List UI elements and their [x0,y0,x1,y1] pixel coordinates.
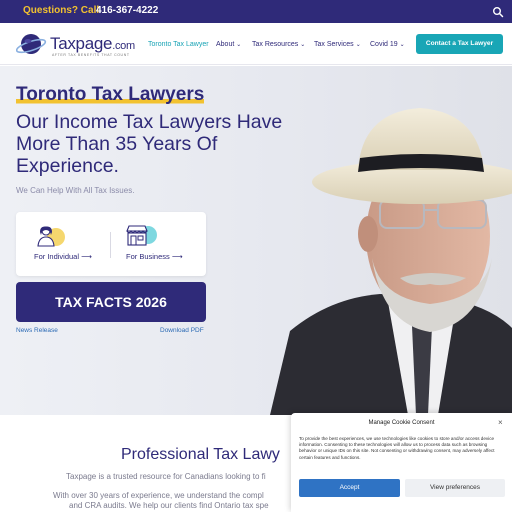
experience-paragraph-line1: With over 30 years of experience, we und… [53,491,264,500]
phone-link[interactable]: 416-367-4222 [96,5,158,16]
contact-tax-lawyer-button[interactable]: Contact a Tax Lawyer [416,34,503,54]
hero-title: Toronto Tax Lawyers [16,84,205,106]
logo-wordmark: Taxpage.com [50,34,135,53]
hero-subtitle: Our Income Tax Lawyers Have More Than 35… [16,111,283,177]
questions-label: Questions? Call [23,5,100,16]
storefront-icon [126,225,148,246]
cookie-title: Manage Cookie Consent [368,420,435,426]
news-release-link[interactable]: News Release [16,327,58,334]
for-business-label: For Business ⟶ [126,252,183,261]
nav-about[interactable]: About ⌄ [216,41,241,48]
nav-toronto-tax-lawyer[interactable]: Toronto Tax Lawyer [148,41,209,48]
page: Questions? Call 416-367-4222 Taxpage.com… [0,0,512,512]
search-icon[interactable] [492,5,504,18]
tax-facts-button[interactable]: TAX FACTS 2026 [16,282,206,322]
cookie-body: To provide the best experiences, we use … [299,436,495,460]
for-individual-option[interactable]: For Individual ⟶ [16,212,110,276]
nav-covid-19[interactable]: Covid 19 ⌄ [370,41,405,48]
person-icon [37,226,55,247]
download-pdf-link[interactable]: Download PDF [160,327,204,334]
chevron-down-icon: ⌄ [236,42,242,48]
chevron-down-icon: ⌄ [300,42,306,48]
cookie-consent-panel: Manage Cookie Consent × To provide the b… [291,413,512,512]
accept-button[interactable]: Accept [299,479,400,497]
for-business-option[interactable]: For Business ⟶ [111,212,206,276]
top-bar: Questions? Call 416-367-4222 [0,0,512,23]
experience-paragraph-line2: and CRA audits. We help our clients find… [69,501,269,510]
chevron-down-icon: ⌄ [355,42,361,48]
lawyer-portrait-image [270,108,512,415]
main-nav: Taxpage.com AFTER TAX BENEFITS THAT COUN… [0,23,512,65]
hero-help-text: We Can Help With All Tax Issues. [16,186,135,195]
nav-tax-resources[interactable]: Tax Resources ⌄ [252,41,305,48]
hero-section: Toronto Tax Lawyers Our Income Tax Lawye… [0,66,512,415]
audience-card: For Individual ⟶ For Business ⟶ [16,212,206,276]
taxpage-logo[interactable]: Taxpage.com AFTER TAX BENEFITS THAT COUN… [16,31,136,57]
for-individual-label: For Individual ⟶ [34,252,92,261]
intro-paragraph: Taxpage is a trusted resource for Canadi… [66,472,266,481]
chevron-down-icon: ⌄ [399,42,405,48]
nav-tax-services[interactable]: Tax Services ⌄ [314,41,361,48]
logo-tagline: AFTER TAX BENEFITS THAT COUNT [52,53,130,57]
view-preferences-button[interactable]: View preferences [405,479,505,497]
close-icon[interactable]: × [498,418,503,427]
section-title: Professional Tax Lawy [121,446,280,463]
